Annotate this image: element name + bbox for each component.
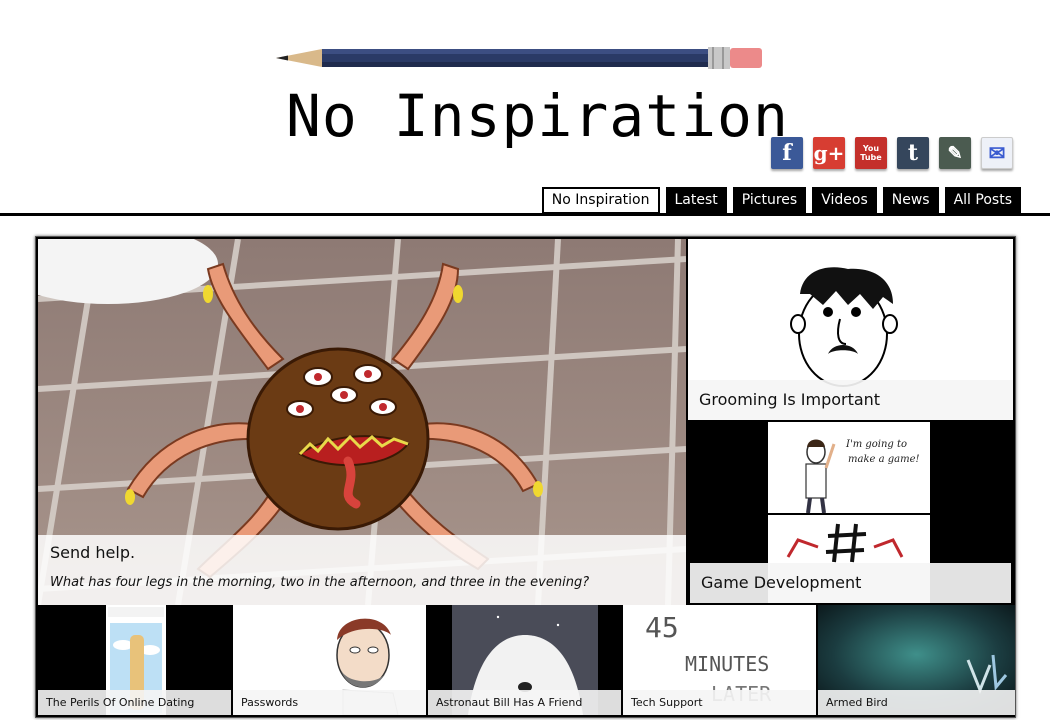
thumb-passwords[interactable]: Passwords <box>233 605 426 715</box>
tab-news[interactable]: News <box>882 187 939 214</box>
side-post-grooming[interactable]: Grooming Is Important <box>688 239 1013 420</box>
art-text-minutes: MINUTES <box>685 652 769 676</box>
thumb-title[interactable]: The Perils Of Online Dating <box>46 696 194 709</box>
side-post-title[interactable]: Game Development <box>701 573 861 592</box>
email-icon[interactable]: ✉ <box>981 137 1013 169</box>
header-divider <box>0 213 1050 216</box>
thumb-caption: The Perils Of Online Dating <box>38 690 231 715</box>
tab-videos[interactable]: Videos <box>812 187 877 214</box>
tab-no-inspiration[interactable]: No Inspiration <box>541 187 660 214</box>
side-post-title[interactable]: Grooming Is Important <box>699 390 880 409</box>
deviantart-icon[interactable]: ✎ <box>939 137 971 169</box>
thumb-title[interactable]: Tech Support <box>631 696 703 709</box>
art-text-45: 45 <box>645 611 679 644</box>
pencil-logo-icon <box>276 47 762 69</box>
thumb-tech-support[interactable]: 45 MINUTES LATER Tech Support <box>623 605 816 715</box>
featured-title[interactable]: Send help. <box>50 543 135 562</box>
facebook-icon[interactable]: f <box>771 137 803 169</box>
thumb-caption: Armed Bird <box>818 690 1015 715</box>
thumb-armed-bird[interactable]: Armed Bird <box>818 605 1015 715</box>
youtube-icon[interactable]: You Tube <box>855 137 887 169</box>
thumb-caption: Passwords <box>233 690 426 715</box>
featured-caption: Send help. What has four legs in the mor… <box>38 535 686 605</box>
post-grid: Send help. What has four legs in the mor… <box>35 236 1016 718</box>
tab-latest[interactable]: Latest <box>665 187 727 214</box>
thumb-online-dating[interactable]: The Perils Of Online Dating <box>38 605 231 715</box>
tab-all-posts[interactable]: All Posts <box>944 187 1021 214</box>
featured-subtitle: What has four legs in the morning, two i… <box>50 575 590 590</box>
svg-text:I'm going to: I'm going to <box>845 439 907 450</box>
site-title[interactable]: No Inspiration <box>286 82 789 150</box>
tumblr-icon[interactable]: t <box>897 137 929 169</box>
thumbnail-row: The Perils Of Online Dating Passwords As… <box>38 605 1015 715</box>
tab-pictures[interactable]: Pictures <box>732 187 807 214</box>
google-plus-icon[interactable]: g+ <box>813 137 845 169</box>
thumb-astronaut-bill[interactable]: Astronaut Bill Has A Friend <box>428 605 621 715</box>
site-header: No Inspiration f g+ You Tube t ✎ ✉ No Ins… <box>0 0 1050 218</box>
side-caption: Grooming Is Important <box>688 380 1013 420</box>
svg-text:make a game!: make a game! <box>848 454 920 465</box>
thumb-title[interactable]: Passwords <box>241 696 298 709</box>
social-links: f g+ You Tube t ✎ ✉ <box>771 137 1013 169</box>
thumb-caption: Astronaut Bill Has A Friend <box>428 690 621 715</box>
featured-post[interactable]: Send help. What has four legs in the mor… <box>38 239 686 605</box>
thumb-caption: Tech Support <box>623 690 816 715</box>
main-nav: No Inspiration Latest Pictures Videos Ne… <box>541 187 1021 214</box>
thumb-title[interactable]: Armed Bird <box>826 696 888 709</box>
side-post-game-development[interactable]: I'm going to make a game! Game Developme… <box>688 422 1013 603</box>
side-caption: Game Development <box>690 563 1011 603</box>
thumb-title[interactable]: Astronaut Bill Has A Friend <box>436 696 582 709</box>
